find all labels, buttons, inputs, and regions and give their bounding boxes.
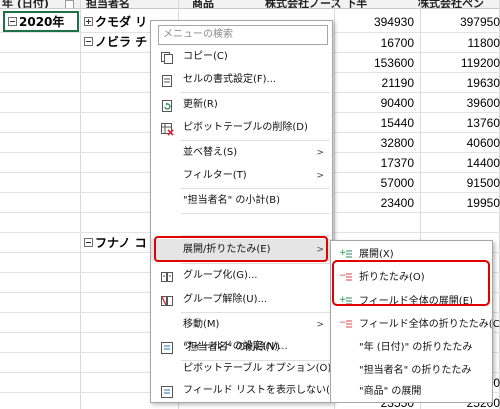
collapse-field-icon: − [339, 318, 352, 328]
submenu-arrow-icon: > [316, 148, 324, 158]
menu-item-sort[interactable]: 並べ替え(S) > [151, 142, 332, 164]
header-product[interactable]: 商品 [192, 0, 214, 8]
menu-item-filter[interactable]: フィルター(T) > [151, 165, 332, 187]
value-cell[interactable]: 91500 [422, 173, 500, 193]
menu-item-delete-pivot[interactable]: ピボットテーブルの削除(D) [151, 117, 332, 139]
highlight-expand-collapse [154, 236, 328, 262]
value-cell[interactable]: 21190 [336, 73, 414, 93]
menu-item-label: コピー(C) [183, 51, 228, 62]
value-cell[interactable]: 119200 [422, 53, 500, 73]
value-cell[interactable]: 90400 [336, 93, 414, 113]
value-cell[interactable]: 394930 [336, 12, 414, 32]
menu-item-ungroup[interactable]: グループ解除(U)... [151, 289, 332, 311]
value-cell[interactable]: 153600 [336, 53, 414, 73]
menu-item-label: フィルター(T) [183, 170, 247, 181]
submenu-arrow-icon: > [316, 320, 324, 330]
owner-group-2[interactable]: ノビラ チ [84, 32, 147, 52]
header-year[interactable]: 年 (日付) [2, 0, 49, 8]
svg-text:−: − [339, 318, 347, 328]
menu-item-subtotal[interactable]: "担当者名" の小計(B) [151, 190, 332, 212]
value-cell[interactable]: 16700 [336, 33, 414, 53]
owner-group-1[interactable]: クモダ リ [84, 12, 147, 32]
menu-item-label: グループ解除(U)... [183, 294, 268, 305]
submenu-item-collapse-entire-field[interactable]: − フィールド全体の折りたたみ(C) [331, 313, 500, 336]
collapse-toggle-icon[interactable] [84, 238, 93, 247]
submenu-item-label: "商品" の展開 [359, 386, 422, 397]
group-icon [161, 272, 173, 282]
value-cell[interactable]: 40600 [422, 133, 500, 153]
menu-item-hide-field-list[interactable]: フィールド リストを表示しない(D) [151, 380, 341, 402]
copy-icon [161, 52, 173, 64]
menu-item-label: "担当者名" の小計(B) [183, 195, 281, 206]
ungroup-icon [161, 296, 173, 306]
owner-group-1-label: クモダ リ [95, 15, 148, 29]
submenu-arrow-icon: > [316, 171, 324, 181]
value-cell[interactable]: 17370 [336, 153, 414, 173]
menu-item-label: グループ化(G)... [183, 270, 258, 281]
collapse-toggle-icon[interactable] [8, 17, 17, 26]
format-cells-icon [162, 75, 172, 87]
value-cell[interactable]: 19950 [422, 193, 500, 213]
menu-item-label: フィールドの設定(N)... [183, 341, 288, 352]
year-row-label[interactable]: 2020年 [8, 12, 64, 32]
owner-group-2-label: ノビラ チ [95, 35, 148, 49]
menu-item-refresh[interactable]: 更新(R) [151, 94, 332, 116]
menu-item-label: 並べ替え(S) [183, 147, 238, 158]
submenu-item-expand-product[interactable]: "商品" の展開 [330, 380, 493, 403]
highlight-entire-field [332, 260, 490, 306]
menu-item-label: 更新(R) [183, 99, 218, 110]
menu-item-label: ピボットテーブル オプション(O)... [183, 363, 341, 374]
submenu-item-label: フィールド全体の折りたたみ(C) [359, 319, 500, 330]
menu-item-label: 移動(M) [183, 319, 220, 330]
value-cell[interactable]: 14400 [422, 153, 500, 173]
menu-item-group[interactable]: グループ化(G)... [151, 265, 332, 287]
menu-search-placeholder: メニューの検索 [163, 29, 233, 40]
value-cell[interactable]: 32800 [336, 133, 414, 153]
header-owner[interactable]: 担当者名 [86, 0, 130, 8]
collapse-toggle-icon[interactable] [84, 37, 93, 46]
header-north[interactable]: 株式会社ノース 下半 [265, 0, 367, 8]
submenu-item-label: "担当者名" の折りたたみ [359, 365, 472, 376]
menu-item-copy[interactable]: コピー(C) [151, 46, 332, 68]
field-list-icon [161, 386, 173, 398]
owner-group-3[interactable]: フナノ コ [84, 233, 147, 253]
value-cell[interactable]: 19630 [422, 73, 500, 93]
menu-item-format-cells[interactable]: セルの書式設定(F)... [151, 69, 332, 91]
menu-search-input[interactable]: メニューの検索 [158, 25, 328, 45]
value-cell[interactable]: 15440 [336, 113, 414, 133]
field-settings-icon [161, 342, 173, 354]
refresh-icon [162, 100, 172, 112]
menu-item-label: フィールド リストを表示しない(D) [183, 385, 342, 396]
value-cell[interactable]: 13760 [422, 113, 500, 133]
value-cell[interactable]: 397950 [422, 12, 500, 32]
value-cell[interactable]: 11800 [422, 33, 500, 53]
menu-item-field-settings[interactable]: フィールドの設定(N)... [151, 336, 332, 358]
menu-item-label: ピボットテーブルの削除(D) [183, 122, 308, 133]
context-menu: メニューの検索 コピー(C) セルの書式設定(F)... 更新(R) ピボットテ… [150, 20, 341, 403]
submenu-item-label: "年 (日付)" の折りたたみ [359, 342, 473, 353]
year-label: 2020年 [19, 15, 65, 29]
value-cell[interactable]: 39600 [422, 93, 500, 113]
expand-toggle-icon[interactable] [84, 17, 93, 26]
submenu-item-collapse-year[interactable]: "年 (日付)" の折りたたみ [331, 336, 492, 359]
submenu-item-collapse-owner[interactable]: "担当者名" の折りたたみ [331, 359, 492, 382]
header-row: 年 (日付) 担当者名 商品 株式会社ノース 下半 株式会社ペン [0, 0, 500, 9]
svg-text:+: + [339, 248, 347, 258]
filter-dropdown-icon[interactable] [65, 0, 74, 8]
menu-item-move[interactable]: 移動(M) > [151, 314, 332, 336]
menu-item-pivot-options[interactable]: ピボットテーブル オプション(O)... [151, 358, 341, 380]
value-cell[interactable]: 23400 [336, 193, 414, 213]
owner-group-3-label: フナノ コ [95, 236, 147, 250]
header-pen[interactable]: 株式会社ペン [418, 0, 484, 8]
delete-pivot-icon [161, 123, 174, 136]
menu-item-label: セルの書式設定(F)... [183, 74, 277, 85]
value-cell[interactable]: 57000 [336, 173, 414, 193]
